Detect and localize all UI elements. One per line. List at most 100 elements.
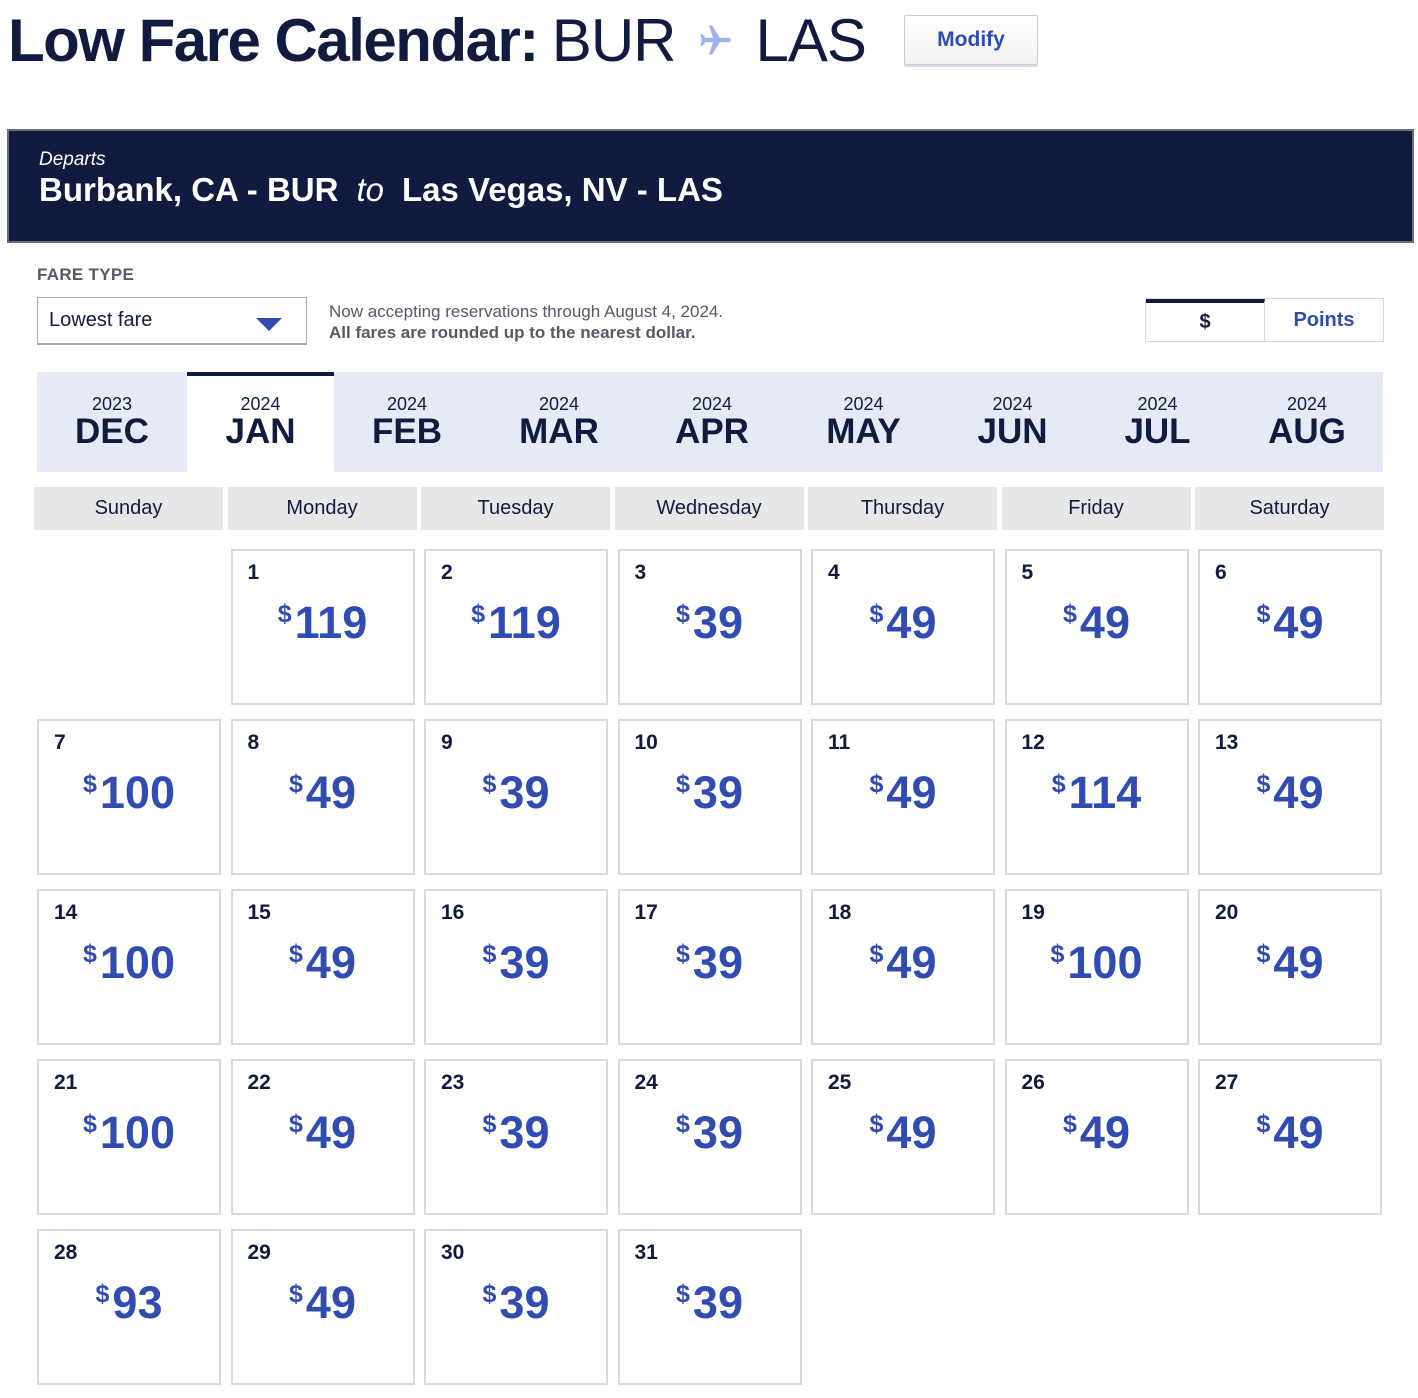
tab-month: JUL bbox=[1124, 412, 1191, 451]
fare-amount: 39 bbox=[692, 1107, 743, 1158]
points-option[interactable]: Points bbox=[1265, 299, 1383, 341]
calendar-day-cell[interactable]: 19 $100 bbox=[1004, 889, 1189, 1045]
page-title: Low Fare Calendar: BUR LAS bbox=[8, 4, 867, 76]
calendar-day-cell[interactable]: 12 $114 bbox=[1004, 719, 1189, 875]
weekday-header: Sunday Monday Tuesday Wednesday Thursday Frid… bbox=[34, 487, 1385, 530]
calendar-day-cell[interactable]: 26 $49 bbox=[1004, 1059, 1189, 1215]
tab-month-dec[interactable]: 2023 DEC bbox=[37, 372, 187, 472]
day-fare: $100 bbox=[39, 767, 219, 819]
calendar-day-cell[interactable]: 3 $39 bbox=[617, 549, 802, 705]
fare-amount: 39 bbox=[692, 937, 743, 988]
calendar-day-cell[interactable]: 6 $49 bbox=[1198, 549, 1382, 705]
tab-month: DEC bbox=[75, 412, 149, 451]
currency-symbol: $ bbox=[676, 600, 690, 628]
day-number: 20 bbox=[1215, 901, 1239, 924]
currency-symbol: $ bbox=[83, 940, 97, 968]
day-fare: $39 bbox=[426, 937, 606, 989]
tab-month-mar[interactable]: 2024 MAR bbox=[480, 372, 638, 472]
calendar-day-cell[interactable]: 30 $39 bbox=[424, 1229, 608, 1385]
calendar-day-cell[interactable]: 5 $49 bbox=[1004, 549, 1189, 705]
route-banner: Departs Burbank, CA - BUR to Las Vegas, NV… bbox=[7, 129, 1414, 243]
calendar-day-cell[interactable]: 11 $49 bbox=[811, 719, 995, 875]
day-number: 14 bbox=[54, 901, 78, 924]
calendar-day-cell[interactable]: 28 $93 bbox=[37, 1229, 221, 1385]
day-number: 4 bbox=[828, 561, 840, 584]
calendar-day-cell[interactable]: 25 $49 bbox=[811, 1059, 995, 1215]
day-fare: $49 bbox=[813, 937, 993, 989]
currency-toggle: $ Points bbox=[1145, 298, 1384, 342]
day-number: 10 bbox=[634, 731, 658, 754]
calendar-day-cell[interactable]: 16 $39 bbox=[424, 889, 608, 1045]
day-fare: $39 bbox=[426, 767, 606, 819]
calendar-day-cell[interactable]: 9 $39 bbox=[424, 719, 608, 875]
day-fare: $49 bbox=[1007, 1107, 1187, 1159]
fare-amount: 49 bbox=[886, 767, 937, 818]
day-number: 23 bbox=[441, 1071, 465, 1094]
day-fare: $39 bbox=[620, 937, 800, 989]
currency-symbol: $ bbox=[482, 940, 497, 968]
currency-symbol: $ bbox=[482, 1280, 497, 1308]
calendar-day-cell[interactable]: 21 $100 bbox=[37, 1059, 221, 1215]
day-fare: $100 bbox=[1007, 937, 1187, 989]
fare-type-select[interactable]: Lowest fare bbox=[37, 297, 307, 345]
calendar-day-cell[interactable]: 17 $39 bbox=[617, 889, 802, 1045]
tab-month: FEB bbox=[372, 412, 442, 451]
fare-amount: 49 bbox=[1273, 937, 1324, 988]
fare-amount: 39 bbox=[499, 937, 550, 988]
day-number: 21 bbox=[54, 1071, 78, 1094]
day-fare: $49 bbox=[233, 767, 413, 819]
weekday-wednesday: Wednesday bbox=[614, 487, 804, 530]
calendar-day-cell[interactable]: 15 $49 bbox=[230, 889, 415, 1045]
calendar-day-cell[interactable]: 1 $119 bbox=[230, 549, 415, 705]
calendar-day-cell[interactable]: 4 $49 bbox=[811, 549, 995, 705]
day-fare: $49 bbox=[813, 597, 993, 649]
calendar-day-cell[interactable]: 31 $39 bbox=[617, 1229, 802, 1385]
fare-amount: 93 bbox=[112, 1277, 163, 1328]
fare-amount: 49 bbox=[305, 937, 356, 988]
tab-month-jan[interactable]: 2024 JAN bbox=[187, 372, 334, 472]
currency-symbol: $ bbox=[289, 1110, 303, 1138]
calendar-day-cell[interactable]: 7 $100 bbox=[37, 719, 221, 875]
calendar-day-cell[interactable]: 29 $49 bbox=[230, 1229, 415, 1385]
calendar-day-cell[interactable]: 22 $49 bbox=[230, 1059, 415, 1215]
tab-month-apr[interactable]: 2024 APR bbox=[638, 372, 786, 472]
fare-amount: 114 bbox=[1068, 767, 1142, 818]
calendar-day-cell[interactable]: 23 $39 bbox=[424, 1059, 608, 1215]
tab-month-aug[interactable]: 2024 AUG bbox=[1231, 372, 1383, 472]
day-number: 11 bbox=[828, 731, 851, 754]
calendar-day-cell[interactable]: 2 $119 bbox=[424, 549, 608, 705]
tab-month-jul[interactable]: 2024 JUL bbox=[1084, 372, 1231, 472]
currency-symbol: $ bbox=[83, 770, 97, 798]
calendar-day-cell[interactable]: 20 $49 bbox=[1198, 889, 1382, 1045]
calendar-day-cell[interactable]: 10 $39 bbox=[617, 719, 802, 875]
weekday-friday: Friday bbox=[1001, 487, 1191, 530]
currency-symbol: $ bbox=[289, 1280, 303, 1308]
currency-symbol: $ bbox=[289, 770, 303, 798]
day-fare: $39 bbox=[620, 1277, 800, 1329]
calendar-day-cell[interactable]: 14 $100 bbox=[37, 889, 221, 1045]
tab-month-may[interactable]: 2024 MAY bbox=[786, 372, 941, 472]
fare-amount: 49 bbox=[886, 1107, 937, 1158]
calendar-day-cell[interactable]: 24 $39 bbox=[617, 1059, 802, 1215]
currency-symbol: $ bbox=[482, 1110, 497, 1138]
tab-month-jun[interactable]: 2024 JUN bbox=[941, 372, 1084, 472]
calendar-day-cell[interactable]: 27 $49 bbox=[1198, 1059, 1382, 1215]
fare-amount: 49 bbox=[305, 1107, 356, 1158]
dollars-option[interactable]: $ bbox=[1146, 299, 1265, 341]
modify-button[interactable]: Modify bbox=[904, 15, 1038, 65]
tab-month-feb[interactable]: 2024 FEB bbox=[334, 372, 480, 472]
calendar-day-cell[interactable]: 18 $49 bbox=[811, 889, 995, 1045]
fare-type-label: FARE TYPE bbox=[37, 265, 135, 284]
day-number: 18 bbox=[828, 901, 852, 924]
day-fare: $114 bbox=[1007, 767, 1187, 819]
day-number: 13 bbox=[1215, 731, 1239, 754]
fare-amount: 49 bbox=[886, 597, 937, 648]
calendar-day-cell[interactable]: 13 $49 bbox=[1198, 719, 1382, 875]
fare-amount: 39 bbox=[499, 1107, 550, 1158]
day-number: 26 bbox=[1021, 1071, 1045, 1094]
day-fare: $100 bbox=[39, 1107, 219, 1159]
calendar-day-cell[interactable]: 8 $49 bbox=[230, 719, 415, 875]
fare-amount: 39 bbox=[692, 767, 743, 818]
currency-symbol: $ bbox=[289, 940, 303, 968]
fare-amount: 100 bbox=[1067, 937, 1143, 988]
